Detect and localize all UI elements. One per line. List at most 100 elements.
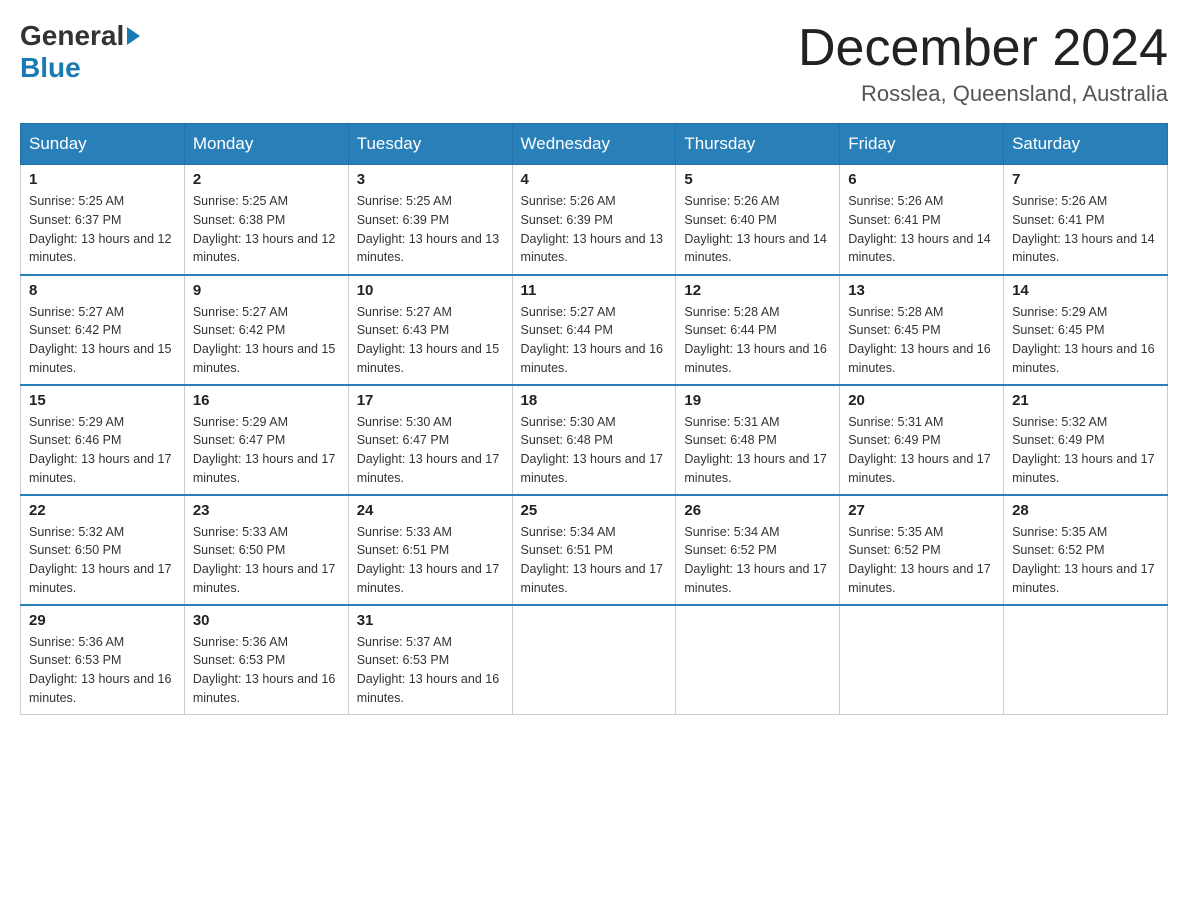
page-header: General Blue December 2024 Rosslea, Quee… [20,20,1168,107]
logo-general: General [20,20,124,52]
table-row [676,605,840,715]
day-number: 14 [1012,282,1159,299]
day-info: Sunrise: 5:26 AMSunset: 6:39 PMDaylight:… [521,194,663,264]
calendar-header-row: Sunday Monday Tuesday Wednesday Thursday… [21,124,1168,165]
table-row: 25 Sunrise: 5:34 AMSunset: 6:51 PMDaylig… [512,495,676,605]
table-row: 15 Sunrise: 5:29 AMSunset: 6:46 PMDaylig… [21,385,185,495]
day-info: Sunrise: 5:30 AMSunset: 6:48 PMDaylight:… [521,415,663,485]
day-number: 19 [684,392,831,409]
day-number: 10 [357,282,504,299]
day-number: 1 [29,171,176,188]
day-info: Sunrise: 5:33 AMSunset: 6:51 PMDaylight:… [357,525,499,595]
table-row: 10 Sunrise: 5:27 AMSunset: 6:43 PMDaylig… [348,275,512,385]
day-number: 22 [29,502,176,519]
day-info: Sunrise: 5:34 AMSunset: 6:51 PMDaylight:… [521,525,663,595]
day-info: Sunrise: 5:37 AMSunset: 6:53 PMDaylight:… [357,635,499,705]
day-number: 6 [848,171,995,188]
calendar-week-row: 29 Sunrise: 5:36 AMSunset: 6:53 PMDaylig… [21,605,1168,715]
table-row: 4 Sunrise: 5:26 AMSunset: 6:39 PMDayligh… [512,165,676,275]
day-number: 31 [357,612,504,629]
day-number: 20 [848,392,995,409]
calendar-week-row: 1 Sunrise: 5:25 AMSunset: 6:37 PMDayligh… [21,165,1168,275]
logo-line1: General [20,20,143,52]
day-info: Sunrise: 5:36 AMSunset: 6:53 PMDaylight:… [29,635,171,705]
table-row: 27 Sunrise: 5:35 AMSunset: 6:52 PMDaylig… [840,495,1004,605]
day-number: 11 [521,282,668,299]
day-info: Sunrise: 5:26 AMSunset: 6:41 PMDaylight:… [1012,194,1154,264]
table-row: 28 Sunrise: 5:35 AMSunset: 6:52 PMDaylig… [1004,495,1168,605]
day-number: 27 [848,502,995,519]
header-thursday: Thursday [676,124,840,165]
day-info: Sunrise: 5:29 AMSunset: 6:47 PMDaylight:… [193,415,335,485]
day-info: Sunrise: 5:26 AMSunset: 6:41 PMDaylight:… [848,194,990,264]
table-row: 24 Sunrise: 5:33 AMSunset: 6:51 PMDaylig… [348,495,512,605]
month-title: December 2024 [798,20,1168,77]
table-row: 20 Sunrise: 5:31 AMSunset: 6:49 PMDaylig… [840,385,1004,495]
table-row: 17 Sunrise: 5:30 AMSunset: 6:47 PMDaylig… [348,385,512,495]
table-row: 30 Sunrise: 5:36 AMSunset: 6:53 PMDaylig… [184,605,348,715]
day-info: Sunrise: 5:28 AMSunset: 6:44 PMDaylight:… [684,305,826,375]
day-info: Sunrise: 5:31 AMSunset: 6:48 PMDaylight:… [684,415,826,485]
day-info: Sunrise: 5:26 AMSunset: 6:40 PMDaylight:… [684,194,826,264]
table-row: 14 Sunrise: 5:29 AMSunset: 6:45 PMDaylig… [1004,275,1168,385]
table-row: 23 Sunrise: 5:33 AMSunset: 6:50 PMDaylig… [184,495,348,605]
day-number: 30 [193,612,340,629]
day-number: 25 [521,502,668,519]
day-info: Sunrise: 5:27 AMSunset: 6:43 PMDaylight:… [357,305,499,375]
day-info: Sunrise: 5:35 AMSunset: 6:52 PMDaylight:… [848,525,990,595]
calendar-table: Sunday Monday Tuesday Wednesday Thursday… [20,123,1168,715]
table-row: 26 Sunrise: 5:34 AMSunset: 6:52 PMDaylig… [676,495,840,605]
day-number: 23 [193,502,340,519]
title-area: December 2024 Rosslea, Queensland, Austr… [798,20,1168,107]
header-friday: Friday [840,124,1004,165]
day-info: Sunrise: 5:25 AMSunset: 6:37 PMDaylight:… [29,194,171,264]
day-info: Sunrise: 5:34 AMSunset: 6:52 PMDaylight:… [684,525,826,595]
table-row: 31 Sunrise: 5:37 AMSunset: 6:53 PMDaylig… [348,605,512,715]
day-info: Sunrise: 5:29 AMSunset: 6:45 PMDaylight:… [1012,305,1154,375]
table-row: 6 Sunrise: 5:26 AMSunset: 6:41 PMDayligh… [840,165,1004,275]
day-number: 15 [29,392,176,409]
header-sunday: Sunday [21,124,185,165]
header-monday: Monday [184,124,348,165]
header-wednesday: Wednesday [512,124,676,165]
logo-blue: Blue [20,52,81,84]
day-number: 12 [684,282,831,299]
table-row: 19 Sunrise: 5:31 AMSunset: 6:48 PMDaylig… [676,385,840,495]
table-row: 18 Sunrise: 5:30 AMSunset: 6:48 PMDaylig… [512,385,676,495]
day-number: 7 [1012,171,1159,188]
day-info: Sunrise: 5:27 AMSunset: 6:42 PMDaylight:… [193,305,335,375]
day-number: 5 [684,171,831,188]
table-row [1004,605,1168,715]
table-row: 1 Sunrise: 5:25 AMSunset: 6:37 PMDayligh… [21,165,185,275]
table-row: 8 Sunrise: 5:27 AMSunset: 6:42 PMDayligh… [21,275,185,385]
day-info: Sunrise: 5:25 AMSunset: 6:38 PMDaylight:… [193,194,335,264]
table-row: 16 Sunrise: 5:29 AMSunset: 6:47 PMDaylig… [184,385,348,495]
table-row: 5 Sunrise: 5:26 AMSunset: 6:40 PMDayligh… [676,165,840,275]
header-tuesday: Tuesday [348,124,512,165]
table-row: 2 Sunrise: 5:25 AMSunset: 6:38 PMDayligh… [184,165,348,275]
day-info: Sunrise: 5:33 AMSunset: 6:50 PMDaylight:… [193,525,335,595]
calendar-week-row: 15 Sunrise: 5:29 AMSunset: 6:46 PMDaylig… [21,385,1168,495]
table-row: 22 Sunrise: 5:32 AMSunset: 6:50 PMDaylig… [21,495,185,605]
day-number: 13 [848,282,995,299]
table-row: 12 Sunrise: 5:28 AMSunset: 6:44 PMDaylig… [676,275,840,385]
table-row [840,605,1004,715]
day-number: 8 [29,282,176,299]
day-number: 26 [684,502,831,519]
calendar-week-row: 22 Sunrise: 5:32 AMSunset: 6:50 PMDaylig… [21,495,1168,605]
header-saturday: Saturday [1004,124,1168,165]
day-info: Sunrise: 5:27 AMSunset: 6:42 PMDaylight:… [29,305,171,375]
day-number: 16 [193,392,340,409]
day-info: Sunrise: 5:32 AMSunset: 6:50 PMDaylight:… [29,525,171,595]
day-info: Sunrise: 5:25 AMSunset: 6:39 PMDaylight:… [357,194,499,264]
day-info: Sunrise: 5:27 AMSunset: 6:44 PMDaylight:… [521,305,663,375]
calendar-week-row: 8 Sunrise: 5:27 AMSunset: 6:42 PMDayligh… [21,275,1168,385]
day-number: 28 [1012,502,1159,519]
logo-arrow-icon [127,27,140,45]
day-number: 17 [357,392,504,409]
day-number: 18 [521,392,668,409]
day-info: Sunrise: 5:31 AMSunset: 6:49 PMDaylight:… [848,415,990,485]
day-info: Sunrise: 5:32 AMSunset: 6:49 PMDaylight:… [1012,415,1154,485]
table-row: 7 Sunrise: 5:26 AMSunset: 6:41 PMDayligh… [1004,165,1168,275]
table-row: 13 Sunrise: 5:28 AMSunset: 6:45 PMDaylig… [840,275,1004,385]
